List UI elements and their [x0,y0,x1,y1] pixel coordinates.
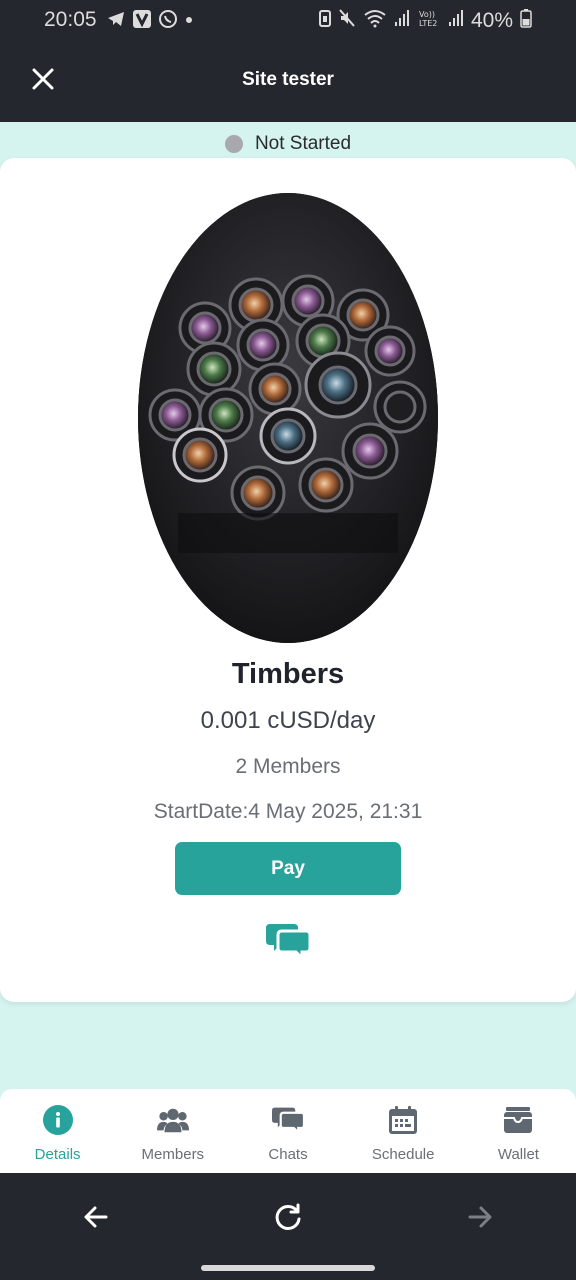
telegram-icon [106,9,126,34]
status-label: Not Started [254,133,352,154]
battery-saver-icon [318,8,331,33]
forward-arrow-icon [466,1203,494,1236]
open-chat-button[interactable] [265,921,312,966]
mute-icon [338,8,356,33]
wifi-icon [363,8,387,33]
battery-icon [520,8,532,33]
tab-details[interactable]: Details [0,1089,115,1173]
calendar-icon [387,1104,419,1136]
page-title: Site tester [242,69,334,90]
tab-members[interactable]: Members [115,1089,230,1173]
notification-icons [106,9,194,34]
signal-icon [394,8,410,33]
back-button[interactable] [76,1199,116,1239]
system-nav-bar [0,1173,576,1280]
back-arrow-icon [82,1203,110,1236]
members-icon [156,1104,189,1136]
dot-icon [184,9,194,34]
signal-icon [448,8,464,33]
start-date: StartDate:4 May 2025, 21:31 [153,800,423,823]
tab-chats[interactable]: Chats [230,1089,345,1173]
forward-button[interactable] [460,1199,500,1239]
home-gesture-handle[interactable] [201,1265,375,1271]
group-price: 0.001 cUSD/day [200,707,376,734]
volte-icon: Vo)) LTE2 [417,8,441,33]
group-image [138,193,438,643]
chat-bubbles-icon [266,921,312,966]
members-count: 2 Members [235,755,341,778]
bottom-nav: Details Members Chats Schedule Wallet [0,1089,576,1173]
status-bar: 20:05 Vo)) LTE2 40% [0,0,576,44]
battery-percent: 40% [470,8,513,32]
tab-label: Details [34,1146,81,1163]
tab-label: Wallet [497,1146,539,1163]
group-details-card: Timbers 0.001 cUSD/day 2 Members StartDa… [0,158,576,1002]
group-name: Timbers [231,658,345,690]
group-status: Not Started [0,130,576,158]
viber-icon [132,9,152,34]
svg-text:Vo)): Vo)) [419,10,435,19]
status-time: 20:05 [44,8,97,31]
status-dot [224,135,243,153]
app-bar: Site tester [0,44,576,122]
tab-label: Chats [268,1146,308,1163]
tab-label: Schedule [371,1146,435,1163]
tab-wallet[interactable]: Wallet [461,1089,576,1173]
reload-icon [273,1202,303,1237]
pay-button[interactable]: Pay [175,842,401,895]
tab-label: Members [141,1146,205,1163]
system-status-icons: Vo)) LTE2 40% [318,8,532,33]
svg-text:LTE2: LTE2 [419,19,437,28]
whatsapp-icon [158,9,178,34]
wallet-icon [502,1104,534,1136]
tab-schedule[interactable]: Schedule [346,1089,461,1173]
chats-icon [272,1104,304,1136]
reload-button[interactable] [268,1199,308,1239]
info-icon [42,1104,74,1136]
